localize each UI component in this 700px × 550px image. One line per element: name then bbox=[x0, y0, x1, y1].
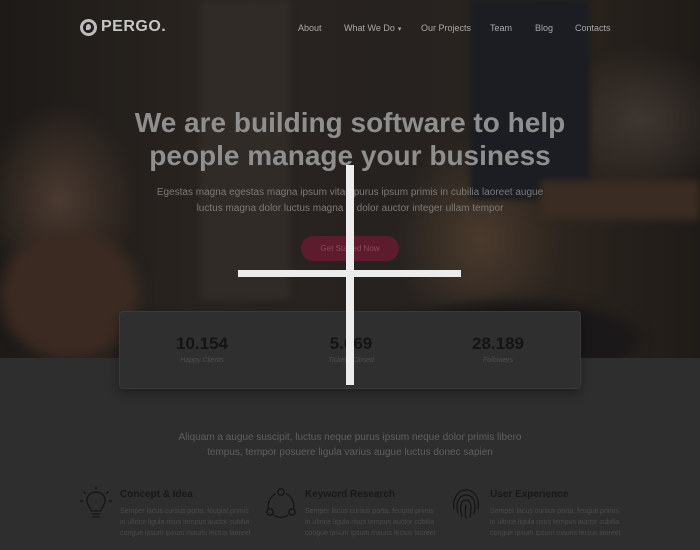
nav-item-our-projects[interactable]: Our Projects bbox=[421, 23, 471, 33]
feature-text: Semper lacus cursus porta, feugiat primi… bbox=[305, 508, 436, 537]
stat-label: Followers bbox=[483, 357, 513, 364]
fingerprint-icon bbox=[453, 489, 479, 519]
navbar: PERGO. About What We Do ▾ Our Projects Te… bbox=[0, 0, 700, 58]
brand-name: PERGO. bbox=[101, 18, 167, 35]
brand-logo[interactable]: PERGO. bbox=[80, 18, 166, 36]
section-intro: Aliquam a augue suscipit, luctus neque p… bbox=[0, 430, 700, 460]
stat-label: Happy Clients bbox=[180, 357, 224, 364]
stat-value: 28.189 bbox=[472, 334, 524, 353]
chevron-down-icon: ▾ bbox=[397, 26, 402, 33]
nav-item-contacts[interactable]: Contacts bbox=[575, 23, 611, 33]
section-intro-line2: tempus, tempor posuere ligula varius aug… bbox=[207, 447, 493, 458]
stat-happy-clients: 10.154 Happy Clients bbox=[125, 334, 279, 364]
hero-headline: We are building software to help people … bbox=[0, 106, 700, 172]
nav-item-blog[interactable]: Blog bbox=[535, 23, 553, 33]
feature-title: Concept & Idea bbox=[120, 489, 193, 500]
feature-text: Semper lacus cursus porta, feugiat primi… bbox=[490, 508, 621, 537]
nav-item-team[interactable]: Team bbox=[490, 23, 512, 33]
feature-text: Semper lacus cursus porta, feugiat primi… bbox=[120, 508, 251, 537]
nav-item-what-we-do[interactable]: What We Do ▾ bbox=[344, 23, 401, 33]
lightbulb-icon bbox=[80, 487, 112, 518]
pergo-logo-icon bbox=[80, 18, 97, 36]
nav-item-about[interactable]: About bbox=[298, 23, 322, 33]
section-intro-line1: Aliquam a augue suscipit, luctus neque p… bbox=[178, 432, 522, 443]
crosshair-vertical-bar bbox=[346, 165, 354, 385]
nav-item-label: What We Do bbox=[344, 23, 395, 33]
stat-followers: 28.189 Followers bbox=[421, 334, 575, 364]
feature-title: User Experience bbox=[490, 489, 569, 500]
feature-title: Keyword Research bbox=[305, 489, 396, 500]
network-nodes-icon bbox=[266, 488, 296, 518]
stat-value: 10.154 bbox=[176, 334, 228, 353]
hero-headline-line1: We are building software to help bbox=[134, 107, 566, 138]
